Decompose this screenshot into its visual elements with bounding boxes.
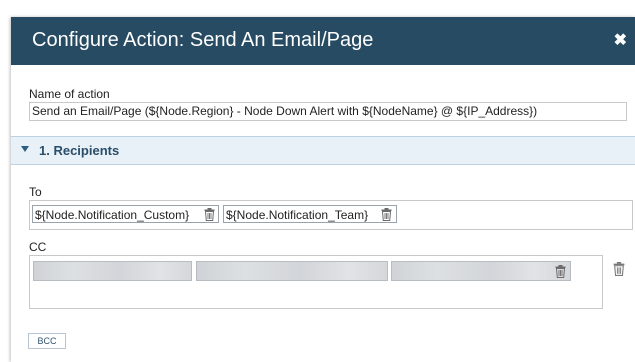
delete-cc-trash-icon[interactable]	[613, 262, 625, 276]
bcc-button[interactable]: BCC	[28, 333, 66, 349]
recipient-chip: ${Node.Notification_Custom}	[32, 205, 219, 223]
to-recipients-field[interactable]: ${Node.Notification_Custom} ${Node.Notif…	[29, 200, 633, 230]
trash-icon[interactable]	[555, 265, 566, 278]
cc-recipients-field[interactable]	[29, 255, 603, 309]
recipient-chip: ${Node.Notification_Team}	[223, 205, 397, 223]
close-icon[interactable]: ✖	[614, 30, 627, 50]
expand-caret-icon[interactable]	[21, 146, 29, 152]
recipient-chip-redacted	[391, 261, 571, 281]
cc-label: CC	[29, 240, 47, 254]
configure-action-dialog: Configure Action: Send An Email/Page ✖ N…	[11, 17, 635, 362]
recipient-chip-redacted	[33, 261, 192, 281]
recipient-chip-redacted	[196, 261, 388, 281]
trash-icon[interactable]	[204, 208, 215, 221]
section-title: 1. Recipients	[39, 143, 120, 158]
to-label: To	[29, 185, 42, 199]
section-header-recipients[interactable]: 1. Recipients	[11, 136, 635, 165]
recipient-chip-label: ${Node.Notification_Team}	[226, 208, 369, 222]
dialog-title: Configure Action: Send An Email/Page	[32, 29, 374, 51]
dialog-title-bar: Configure Action: Send An Email/Page ✖	[11, 17, 635, 65]
recipient-chip-label: ${Node.Notification_Custom}	[35, 208, 190, 222]
trash-icon[interactable]	[381, 208, 392, 221]
name-of-action-label: Name of action	[29, 87, 110, 101]
name-of-action-input[interactable]: Send an Email/Page (${Node.Region} - Nod…	[29, 102, 627, 121]
